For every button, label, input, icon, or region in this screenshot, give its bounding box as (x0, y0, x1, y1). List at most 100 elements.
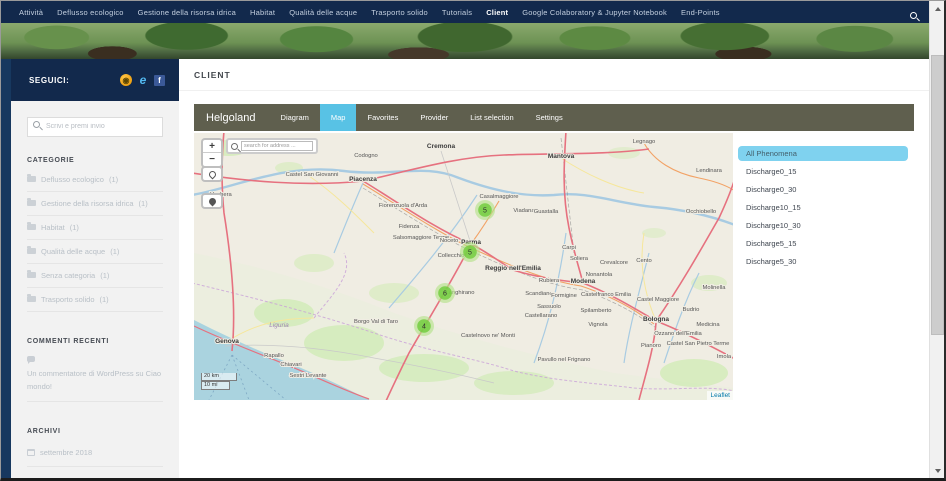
map-place-label: Noceto (440, 238, 458, 244)
widget-item[interactable]: settembre 2018 (27, 439, 163, 468)
sidebar: SEGUICI: ◉ef CATEGORIE Deflusso ecologic… (11, 59, 179, 478)
client-tab[interactable]: Provider (409, 104, 459, 131)
map-place-label: Imola (717, 354, 732, 360)
cluster-count: 5 (468, 249, 472, 256)
zoom-out-button[interactable]: − (203, 153, 221, 166)
nav-item[interactable]: Qualità delle acque (289, 8, 357, 17)
nav-item[interactable]: Gestione della risorsa idrica (138, 8, 236, 17)
phenomenon-item[interactable]: Discharge0_15 (738, 164, 908, 179)
cluster-marker[interactable]: 5 (475, 200, 495, 220)
map-place-label: Piacenza (349, 176, 377, 183)
sidebar-search (27, 115, 163, 137)
archives-list: settembre 2018 (27, 439, 163, 468)
map-place-label: Cento (636, 258, 651, 264)
map-place-label: Spilamberto (581, 308, 612, 314)
map-place-label: Borgo Val di Taro (354, 319, 398, 325)
nav-item[interactable]: Deflusso ecologico (57, 8, 124, 17)
client-tab[interactable]: Map (320, 104, 357, 131)
client-tab[interactable]: Favorites (356, 104, 409, 131)
map-place-label: Formigine (551, 293, 577, 299)
magnifier-icon (33, 121, 40, 128)
category-item[interactable]: Gestione della risorsa idrica (1) (27, 192, 163, 216)
map-place-label: Budrio (683, 307, 700, 313)
map-place-label: Chiavari (280, 362, 301, 368)
map-place-label: Castel Maggiore (637, 297, 679, 303)
map-place-label: Pavullo nel Frignano (538, 357, 591, 363)
map-place-label: Carpi (562, 245, 576, 251)
categories-title: CATEGORIE (27, 157, 163, 164)
category-item[interactable]: Habitat (1) (27, 216, 163, 240)
locate-marker-button[interactable] (201, 166, 223, 182)
follow-bar: SEGUICI: ◉ef (11, 59, 179, 101)
main-content: CLIENT Helgoland DiagramMapFavoritesProv… (179, 59, 929, 478)
yellow-badge-icon[interactable]: ◉ (120, 74, 132, 86)
address-search-input[interactable] (241, 141, 313, 151)
up-arrow-icon (935, 7, 941, 11)
scroll-down-button[interactable] (930, 463, 945, 478)
page-left-margin (1, 59, 11, 478)
category-label: Trasporto solido (41, 295, 95, 304)
nav-item[interactable]: Tutorials (442, 8, 472, 17)
map-place-label: Crevalcore (600, 260, 628, 266)
client-tab[interactable]: List selection (459, 104, 524, 131)
vertical-scrollbar[interactable] (929, 1, 944, 478)
scale-control: 20 km 10 mi (201, 373, 237, 390)
zoom-in-button[interactable]: + (203, 140, 221, 153)
nav-item[interactable]: Google Colaboratory & Jupyter Notebook (522, 8, 667, 17)
header-banner-image (1, 23, 929, 59)
down-arrow-icon (935, 469, 941, 473)
cluster-count: 6 (443, 290, 447, 297)
map-place-label: Codogno (354, 153, 378, 159)
map-place-label: Occhiobello (686, 209, 716, 215)
phenomenon-item[interactable]: All Phenomena (738, 146, 908, 161)
recent-comments-title: COMMENTI RECENTI (27, 338, 163, 345)
station-pin-icon (207, 196, 217, 206)
nav-item[interactable]: Trasporto solido (371, 8, 428, 17)
map-place-label: Lendinara (696, 168, 723, 174)
map-place-label: Sassuolo (537, 304, 561, 310)
category-count: (1) (100, 271, 109, 280)
nav-item[interactable]: Attività (19, 8, 43, 17)
cluster-marker[interactable]: 5 (460, 242, 480, 262)
map-place-label: Pianoro (641, 343, 661, 349)
scrollbar-thumb[interactable] (931, 55, 944, 335)
map-address-search (226, 138, 318, 154)
map-place-label: Molinella (703, 285, 727, 291)
search-icon[interactable] (910, 6, 917, 24)
category-label: Gestione della risorsa idrica (41, 199, 134, 208)
cluster-marker[interactable]: 6 (435, 283, 455, 303)
category-item[interactable]: Senza categoria (1) (27, 264, 163, 288)
nav-item[interactable]: Habitat (250, 8, 275, 17)
category-item[interactable]: Deflusso ecologico (1) (27, 168, 163, 192)
cluster-marker[interactable]: 4 (414, 316, 434, 336)
pin-icon (207, 169, 217, 179)
stations-button[interactable] (201, 193, 223, 209)
client-tab[interactable]: Diagram (270, 104, 320, 131)
internet-explorer-icon[interactable]: e (137, 74, 149, 86)
category-item[interactable]: Trasporto solido (1) (27, 288, 163, 312)
phenomenon-item[interactable]: Discharge5_30 (738, 254, 908, 269)
helgoland-brand[interactable]: Helgoland (194, 112, 270, 124)
map-canvas: CremonaMantovaPiacenzaParmaReggio nell'E… (194, 133, 733, 400)
nav-item[interactable]: Client (486, 8, 508, 17)
scroll-up-button[interactable] (930, 1, 945, 16)
map-place-label: Nonantola (586, 272, 613, 278)
map-place-label: Modena (571, 278, 596, 285)
folder-icon (27, 272, 36, 278)
phenomenon-item[interactable]: Discharge5_15 (738, 236, 908, 251)
leaflet-attribution-link[interactable]: Leaflet (707, 391, 733, 400)
leaflet-map[interactable]: CremonaMantovaPiacenzaParmaReggio nell'E… (194, 133, 733, 400)
phenomenon-item[interactable]: Discharge10_15 (738, 200, 908, 215)
category-label: Senza categoria (41, 271, 95, 280)
category-count: (1) (70, 223, 79, 232)
map-place-label: Castelnovo ne' Monti (461, 333, 515, 339)
map-place-label: Genova (215, 338, 239, 345)
nav-item[interactable]: End-Points (681, 8, 720, 17)
sidebar-search-input[interactable] (27, 117, 163, 137)
facebook-icon[interactable]: f (154, 75, 165, 86)
widget-item[interactable]: Un commentatore di WordPress su Ciao mon… (27, 349, 163, 402)
phenomenon-item[interactable]: Discharge0_30 (738, 182, 908, 197)
phenomenon-item[interactable]: Discharge10_30 (738, 218, 908, 233)
category-item[interactable]: Qualità delle acque (1) (27, 240, 163, 264)
client-tab[interactable]: Settings (525, 104, 574, 131)
